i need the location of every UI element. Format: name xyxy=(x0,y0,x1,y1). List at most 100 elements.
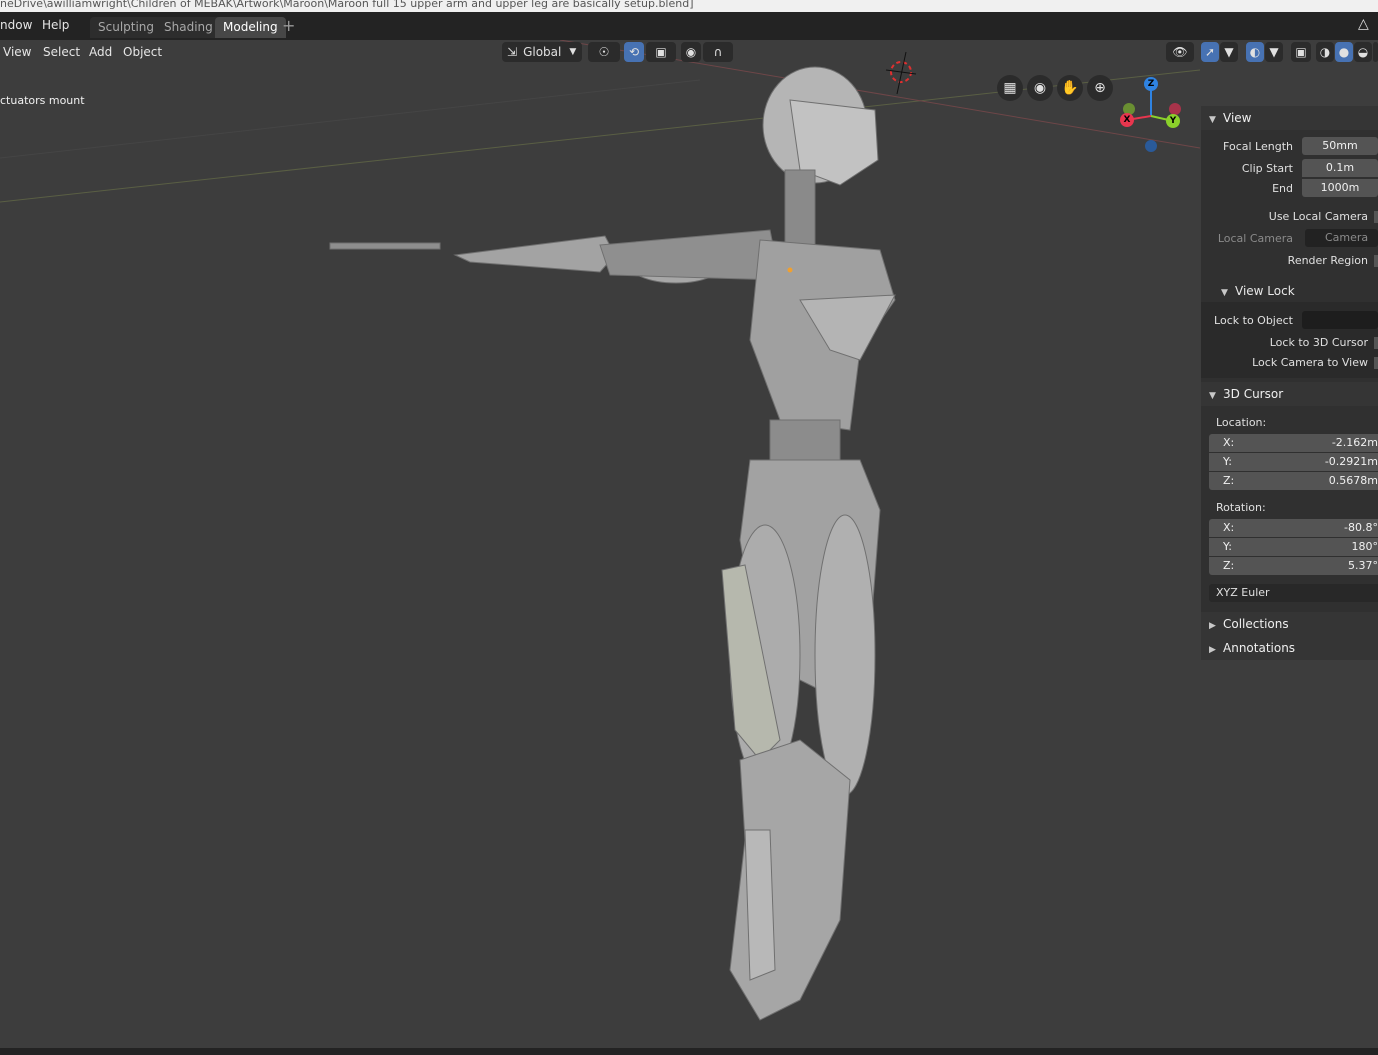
lock-to-3d-cursor-checkbox[interactable] xyxy=(1374,337,1378,349)
overlay-dropdown-icon[interactable]: ▼ xyxy=(1265,42,1283,62)
location-z-field[interactable]: Z: 0.5678m xyxy=(1209,472,1378,490)
tab-modeling[interactable]: Modeling xyxy=(215,17,286,38)
transform-orientation-dropdown[interactable]: ⇲ Global ▼ xyxy=(502,42,582,62)
rotation-y-field[interactable]: Y: 180° xyxy=(1209,538,1378,556)
rendered-shading-icon[interactable] xyxy=(1373,42,1378,62)
rotation-z-field[interactable]: Z: 5.37° xyxy=(1209,557,1378,575)
forearm-rod xyxy=(329,242,441,250)
solid-shading-icon[interactable]: ● xyxy=(1335,42,1353,62)
overlay-toggle-icon[interactable]: ◐ xyxy=(1246,42,1264,62)
value: -2.162m xyxy=(1331,436,1378,449)
hand-pan-icon[interactable]: ✋ xyxy=(1057,75,1083,101)
orientation-icon: ⇲ xyxy=(507,45,518,59)
use-local-camera-checkbox[interactable] xyxy=(1374,211,1378,223)
axis-label: X: xyxy=(1223,436,1235,449)
view-lock-header[interactable]: ▼ View Lock xyxy=(1201,280,1378,302)
thigh-right xyxy=(814,514,876,796)
proportional-edit-icon[interactable]: ◉ xyxy=(681,42,701,62)
neck xyxy=(784,169,816,251)
rotation-mode-dropdown[interactable]: XYZ Euler xyxy=(1209,584,1378,602)
material-shading-icon[interactable]: ◒ xyxy=(1354,42,1372,62)
expanded-triangle-icon: ▼ xyxy=(1209,115,1216,125)
active-object-label: ctuators mount xyxy=(0,94,85,107)
use-local-camera-label: Use Local Camera xyxy=(1268,210,1368,223)
camera-icon[interactable]: ◉ xyxy=(1027,75,1053,101)
collapsed-triangle-icon: ▶ xyxy=(1209,621,1216,631)
forearm xyxy=(453,235,616,273)
status-bar xyxy=(0,1048,1378,1055)
focal-length-label: Focal Length xyxy=(1223,140,1293,153)
falloff-icon[interactable]: ∩ xyxy=(703,42,733,62)
value: 0.5678m xyxy=(1328,474,1378,487)
xray-toggle-icon[interactable]: ▣ xyxy=(1291,42,1311,62)
lock-camera-to-view-label: Lock Camera to View xyxy=(1252,356,1368,369)
clip-start-label: Clip Start xyxy=(1241,162,1293,175)
add-workspace-button[interactable]: + xyxy=(282,17,298,37)
menu-object[interactable]: Object xyxy=(123,45,162,59)
gizmo-toggle-icon[interactable]: ➚ xyxy=(1201,42,1219,62)
rotation-x-field[interactable]: X: -80.8° xyxy=(1209,519,1378,537)
zoom-icon[interactable]: ⊕ xyxy=(1087,75,1113,101)
collapsed-triangle-icon: ▶ xyxy=(1209,645,1216,655)
wireframe-shading-icon[interactable]: ◑ xyxy=(1316,42,1334,62)
lock-to-3d-cursor-label: Lock to 3D Cursor xyxy=(1269,336,1368,349)
gizmo-neg-z xyxy=(1145,140,1157,152)
sidebar-panel: ▼ View Focal Length 50mm Clip Start 0.1m … xyxy=(1201,106,1378,660)
focal-length-field[interactable]: 50mm xyxy=(1302,137,1378,155)
lock-camera-to-view-checkbox[interactable] xyxy=(1374,357,1378,369)
lock-to-object-label: Lock to Object xyxy=(1214,314,1293,327)
3d-cursor-section-header[interactable]: ▼ 3D Cursor xyxy=(1201,382,1378,406)
location-x-field[interactable]: X: -2.162m xyxy=(1209,434,1378,452)
location-y-field[interactable]: Y: -0.2921m xyxy=(1209,453,1378,471)
annotations-section-header[interactable]: ▶ Annotations xyxy=(1201,636,1378,660)
scene-icon[interactable]: △ xyxy=(1358,16,1378,36)
menu-select[interactable]: Select xyxy=(43,45,80,59)
axis-label: Z: xyxy=(1223,559,1235,572)
snap-target-button[interactable]: ▣ xyxy=(646,42,676,62)
expanded-triangle-icon: ▼ xyxy=(1209,391,1216,401)
axis-label: Z: xyxy=(1223,474,1235,487)
local-camera-label: Local Camera xyxy=(1217,232,1293,245)
value: 5.37° xyxy=(1348,559,1378,572)
expanded-triangle-icon: ▼ xyxy=(1221,288,1228,298)
gizmo-dropdown-icon[interactable]: ▼ xyxy=(1220,42,1238,62)
axis-label: Y: xyxy=(1223,540,1232,553)
viewport-header: View Select Add Object ⇲ Global ▼ ☉ ⟲ ▣ … xyxy=(0,40,1378,64)
rotation-label: Rotation: xyxy=(1216,501,1266,514)
grid-line xyxy=(0,79,701,159)
object-origin-dot xyxy=(787,267,793,273)
local-camera-field[interactable]: Camera xyxy=(1305,229,1378,247)
value: 180° xyxy=(1351,540,1378,553)
location-label: Location: xyxy=(1216,416,1267,429)
collections-section-header[interactable]: ▶ Collections xyxy=(1201,612,1378,636)
window-title: neDrive\awilliamwright\Children of MEBAK… xyxy=(0,0,1378,12)
shin-segments xyxy=(744,829,776,981)
value: -80.8° xyxy=(1344,521,1378,534)
clip-end-field[interactable]: 1000m xyxy=(1302,179,1378,197)
render-region-label: Render Region xyxy=(1287,254,1368,267)
tab-shading[interactable]: Shading xyxy=(156,17,221,38)
gizmo-z[interactable]: Z xyxy=(1144,77,1158,91)
robot-model xyxy=(329,66,896,1021)
menu-view[interactable]: View xyxy=(3,45,31,59)
lock-to-object-field[interactable] xyxy=(1302,311,1378,329)
pivot-point-button[interactable]: ☉ xyxy=(588,42,620,62)
menu-window[interactable]: ndow xyxy=(0,18,32,32)
orientation-label: Global xyxy=(523,45,562,59)
snap-toggle-icon[interactable]: ⟲ xyxy=(624,42,644,62)
menu-help[interactable]: Help xyxy=(42,18,69,32)
gizmo-y[interactable]: Y xyxy=(1166,114,1180,128)
view-section-header[interactable]: ▼ View xyxy=(1201,106,1378,130)
clip-start-field[interactable]: 0.1m xyxy=(1302,159,1378,177)
visibility-icon[interactable]: 👁 xyxy=(1166,42,1194,62)
shoulder-frame xyxy=(599,229,781,281)
axis-label: Y: xyxy=(1223,455,1232,468)
menu-add[interactable]: Add xyxy=(89,45,112,59)
top-bar: ndow Help Sculpting Shading Modeling + △ xyxy=(0,12,1378,40)
gizmo-x[interactable]: X xyxy=(1120,113,1134,127)
grid-view-icon[interactable]: ▦ xyxy=(997,75,1023,101)
render-region-checkbox[interactable] xyxy=(1374,255,1378,267)
3d-viewport[interactable]: Z X Y ▦ ◉ ✋ ⊕ View Select Add Object ⇲ G… xyxy=(0,40,1378,1048)
tab-sculpting[interactable]: Sculpting xyxy=(90,17,163,38)
clip-end-label: End xyxy=(1272,182,1293,195)
